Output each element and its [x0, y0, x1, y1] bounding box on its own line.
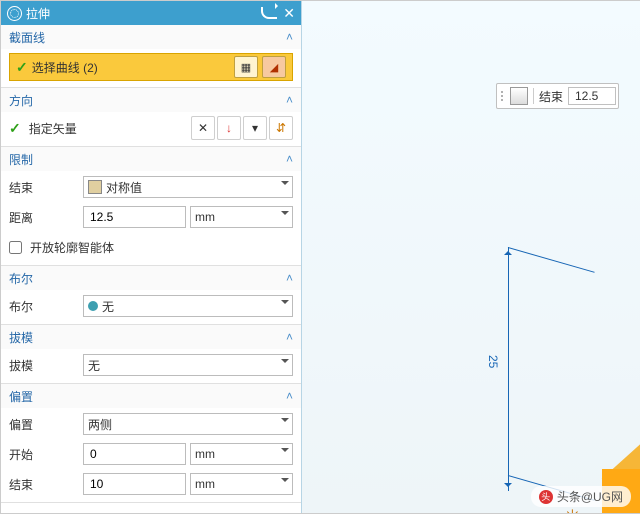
inferred-vector-icon[interactable]: ↓ — [217, 116, 241, 140]
section-curve-header[interactable]: 截面线 ˄ — [1, 25, 301, 49]
open-profile-checkbox[interactable]: 开放轮廓智能体 — [9, 235, 293, 259]
distance-label: 距离 — [9, 209, 79, 226]
chevron-up-icon: ˄ — [286, 271, 293, 285]
offset-select[interactable]: 两侧 — [83, 413, 293, 435]
offset-end-input[interactable] — [83, 473, 186, 495]
section-offset-header[interactable]: 偏置 ˄ — [1, 384, 301, 408]
section-direction-header[interactable]: 方向 ˄ — [1, 88, 301, 112]
watermark-logo-icon: 头 — [539, 490, 553, 504]
app-root: 拉伸 ✕ 截面线 ˄ ✓选择曲线 (2) ▦ ◢ — [0, 0, 640, 514]
distance-input[interactable] — [83, 206, 186, 228]
vector-menu-icon[interactable]: ▾ — [243, 116, 267, 140]
float-end-value[interactable]: 结束 12.5 — [496, 83, 619, 109]
section-limit: 限制 ˄ 结束 对称值 距离 mm — [1, 147, 301, 266]
viewport-3d[interactable]: 结束 12.5 ✳ ✳ ✳ 25 — [302, 1, 640, 513]
offset-end-unit[interactable]: mm — [190, 473, 293, 495]
section-bool: 布尔 ˄ 布尔 无 — [1, 266, 301, 325]
section-limit-header[interactable]: 限制 ˄ — [1, 147, 301, 171]
curve-rule-icon[interactable]: ◢ — [262, 56, 286, 78]
section-curve: 截面线 ˄ ✓选择曲线 (2) ▦ ◢ — [1, 25, 301, 88]
panel-titlebar: 拉伸 ✕ — [1, 1, 301, 25]
solid-icon — [510, 87, 528, 105]
offset-end-label: 结束 — [9, 476, 79, 493]
distance-unit-select[interactable]: mm — [190, 206, 293, 228]
float-end-label: 结束 — [539, 88, 563, 105]
extrude-preview: ✳ ✳ ✳ 25 — [462, 147, 640, 487]
offset-start-label: 开始 — [9, 446, 79, 463]
chevron-up-icon: ˄ — [286, 389, 293, 403]
chevron-up-icon: ˄ — [286, 152, 293, 166]
section-bool-header[interactable]: 布尔 ˄ — [1, 266, 301, 290]
draft-label: 拔模 — [9, 357, 79, 374]
vector-row: ✓ 指定矢量 ✕ ↓ ▾ ⇵ — [9, 116, 293, 140]
float-end-input[interactable]: 12.5 — [568, 87, 616, 105]
chevron-up-icon: ˄ — [286, 330, 293, 344]
section-draft-header[interactable]: 拔模 ˄ — [1, 325, 301, 349]
end-type-select[interactable]: 对称值 — [83, 176, 293, 198]
panel-title: 拉伸 — [26, 5, 50, 22]
offset-label: 偏置 — [9, 416, 79, 433]
gear-icon — [7, 6, 22, 21]
bool-label: 布尔 — [9, 298, 79, 315]
end-label: 结束 — [9, 179, 79, 196]
reset-icon[interactable] — [261, 7, 277, 19]
none-icon — [88, 301, 98, 311]
drag-handle-icon[interactable] — [499, 91, 505, 101]
offset-start-unit[interactable]: mm — [190, 443, 293, 465]
section-draft: 拔模 ˄ 拔模 无 — [1, 325, 301, 384]
offset-start-input[interactable] — [83, 443, 186, 465]
reverse-vector-icon[interactable]: ⇵ — [269, 116, 293, 140]
close-icon[interactable]: ✕ — [283, 6, 295, 20]
dimension: 25 — [468, 247, 598, 497]
dimension-value: 25 — [486, 355, 500, 368]
section-offset: 偏置 ˄ 偏置 两侧 开始 mm 结束 — [1, 384, 301, 503]
select-curve-row[interactable]: ✓选择曲线 (2) ▦ ◢ — [9, 53, 293, 81]
bool-select[interactable]: 无 — [83, 295, 293, 317]
extrude-panel: 拉伸 ✕ 截面线 ˄ ✓选择曲线 (2) ▦ ◢ — [1, 1, 302, 513]
vector-dialog-icon[interactable]: ✕ — [191, 116, 215, 140]
chevron-up-icon: ˄ — [286, 93, 293, 107]
sketch-icon[interactable]: ▦ — [234, 56, 258, 78]
checkmark-icon: ✓ — [9, 120, 21, 137]
section-direction: 方向 ˄ ✓ 指定矢量 ✕ ↓ ▾ ⇵ — [1, 88, 301, 147]
watermark: 头 头条@UG网 — [531, 486, 631, 507]
checkmark-icon: ✓ — [16, 59, 28, 75]
chevron-up-icon: ˄ — [286, 30, 293, 44]
draft-select[interactable]: 无 — [83, 354, 293, 376]
